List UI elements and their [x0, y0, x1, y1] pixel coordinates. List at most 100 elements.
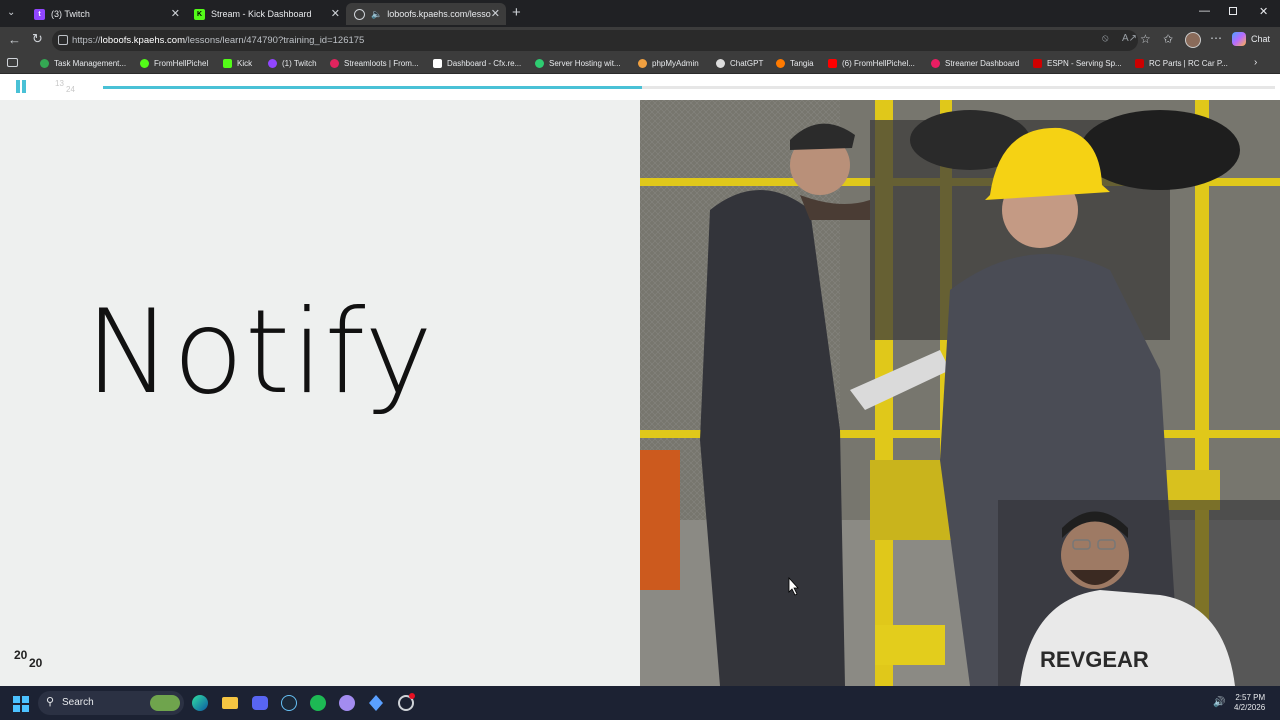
bookmark-favicon [268, 59, 277, 68]
slide-text-panel: Notify 20 20 [0, 100, 640, 686]
address-toolbar: ← ↻ https://loboofs.kpaehs.com/lessons/l… [0, 27, 1280, 54]
tab-label: loboofs.kpaehs.com/lessons/l [387, 9, 491, 19]
close-tab-icon[interactable]: ✕ [171, 7, 180, 20]
copilot-icon [1232, 32, 1246, 46]
tracking-prevention-icon[interactable]: ⦸ [1102, 33, 1109, 44]
tab-twitch[interactable]: t (3) Twitch ✕ [26, 3, 186, 25]
bookmark-item[interactable]: Streamloots | From... [330, 59, 419, 68]
bookmark-favicon [1135, 59, 1144, 68]
bookmark-favicon [776, 59, 785, 68]
brand-logo: 20 20 [14, 648, 48, 672]
bookmark-favicon [140, 59, 149, 68]
bookmark-item[interactable]: Task Management... [40, 59, 126, 68]
edge-icon[interactable] [192, 695, 208, 711]
slide-photo: REVGEAR [640, 100, 1280, 686]
speaker-icon[interactable]: 🔈 [371, 9, 382, 20]
player-controls-bar: 13 24 [0, 74, 1280, 100]
bookmark-item[interactable]: (6) FromHellPichel... [828, 59, 915, 68]
logo-bottom: 20 [29, 656, 43, 670]
bookmark-favicon [40, 59, 49, 68]
spotify-icon[interactable] [310, 695, 326, 711]
bookmark-favicon [535, 59, 544, 68]
slide-title: Notify [85, 285, 434, 420]
close-tab-icon[interactable]: ✕ [331, 7, 340, 20]
bookmark-favicon [223, 59, 232, 68]
tab-kick-dashboard[interactable]: K Stream - Kick Dashboard ✕ [186, 3, 346, 25]
back-arrow-icon[interactable]: ← [8, 32, 21, 47]
bookmark-label: Kick [237, 59, 253, 68]
bookmark-label: Streamloots | From... [344, 59, 419, 68]
bookmark-favicon [330, 59, 339, 68]
pause-button[interactable] [15, 80, 27, 93]
bookmark-favicon [828, 59, 837, 68]
tab-list-chevron-icon[interactable]: ⌄ [7, 7, 15, 18]
bookmark-label: Dashboard - Cfx.re... [447, 59, 522, 68]
slide-counter: 13 24 [55, 79, 79, 95]
factory-workers-photo: REVGEAR [640, 100, 1280, 686]
steam-icon[interactable] [281, 695, 297, 711]
bookmark-item[interactable]: phpMyAdmin [638, 59, 699, 68]
url-host: loboofs.kpaehs.com [100, 35, 186, 46]
search-placeholder: Search [62, 697, 94, 708]
bookmark-item[interactable]: Streamer Dashboard [931, 59, 1019, 68]
search-highlight-icon [150, 695, 180, 711]
windows-start-icon[interactable] [13, 696, 29, 712]
globe-icon [354, 8, 365, 20]
file-explorer-icon[interactable] [222, 697, 238, 709]
bookmark-label: (1) Twitch [282, 59, 317, 68]
bookmark-item[interactable]: FromHellPichel [140, 59, 208, 68]
collections-icon[interactable] [7, 58, 18, 67]
favorites-icon[interactable]: ✩ [1163, 32, 1173, 46]
copilot-chat-button[interactable]: Chat [1232, 32, 1270, 46]
favorite-star-icon[interactable]: ☆ [1140, 32, 1151, 46]
bookmark-item[interactable]: Tangia [776, 59, 814, 68]
browser-tab-strip: ⌄ t (3) Twitch ✕ K Stream - Kick Dashboa… [0, 0, 1280, 27]
obs-like-icon[interactable] [339, 695, 355, 711]
bookmark-item[interactable]: ChatGPT [716, 59, 763, 68]
more-options-icon[interactable]: ⋯ [1210, 31, 1222, 45]
bookmark-label: ESPN - Serving Sp... [1047, 59, 1122, 68]
app-icon[interactable] [369, 695, 383, 711]
profile-avatar[interactable] [1185, 32, 1201, 48]
bookmark-item[interactable]: (1) Twitch [268, 59, 317, 68]
notification-dot-icon [409, 693, 415, 699]
tab-label: (3) Twitch [51, 9, 90, 19]
bookmark-item[interactable]: ESPN - Serving Sp... [1033, 59, 1122, 68]
bookmarks-overflow-chevron-icon[interactable]: › [1254, 57, 1257, 68]
bookmark-label: RC Parts | RC Car P... [1149, 59, 1228, 68]
bookmark-item[interactable]: Kick [223, 59, 252, 68]
bookmark-label: FromHellPichel [154, 59, 209, 68]
reload-icon[interactable]: ↻ [32, 31, 43, 47]
site-info-icon[interactable] [58, 35, 68, 45]
tab-lesson[interactable]: 🔈 loboofs.kpaehs.com/lessons/l ✕ [346, 3, 506, 25]
webcam-shirt-text: REVGEAR [1040, 647, 1149, 672]
slide-counter-total: 24 [66, 85, 75, 94]
bookmark-label: Tangia [790, 59, 814, 68]
bookmark-item[interactable]: Server Hosting wit... [535, 59, 621, 68]
discord-icon[interactable] [252, 696, 268, 710]
restore-button[interactable] [1229, 7, 1237, 15]
progress-fill [103, 86, 643, 89]
close-window-button[interactable]: ✕ [1259, 5, 1268, 18]
bookmark-item[interactable]: Dashboard - Cfx.re... [433, 59, 521, 68]
bookmarks-bar: Task Management... FromHellPichel Kick (… [0, 54, 1280, 74]
kick-icon: K [194, 8, 205, 20]
volume-icon[interactable]: 🔊 [1213, 697, 1225, 708]
bookmark-favicon [716, 59, 725, 68]
clock[interactable]: 2:57 PM 4/2/2026 [1234, 693, 1265, 713]
minimize-button[interactable]: — [1199, 5, 1210, 17]
new-tab-button[interactable]: + [512, 4, 521, 21]
address-bar[interactable]: https://loboofs.kpaehs.com/lessons/learn… [52, 30, 1138, 51]
bookmark-item[interactable]: RC Parts | RC Car P... [1135, 59, 1228, 68]
lesson-page: 13 24 Notify 20 20 REVGEAR [0, 74, 1280, 686]
taskbar-search-box[interactable]: ⚲ Search [38, 691, 184, 715]
bookmark-favicon [433, 59, 442, 68]
read-aloud-icon[interactable]: A↗ [1122, 33, 1137, 44]
close-tab-icon[interactable]: ✕ [491, 7, 500, 20]
bookmark-favicon [1033, 59, 1042, 68]
url-scheme: https:// [72, 35, 101, 46]
twitch-icon: t [34, 8, 45, 20]
clock-time: 2:57 PM [1235, 693, 1266, 702]
bookmark-favicon [931, 59, 940, 68]
progress-track[interactable] [103, 86, 1275, 89]
